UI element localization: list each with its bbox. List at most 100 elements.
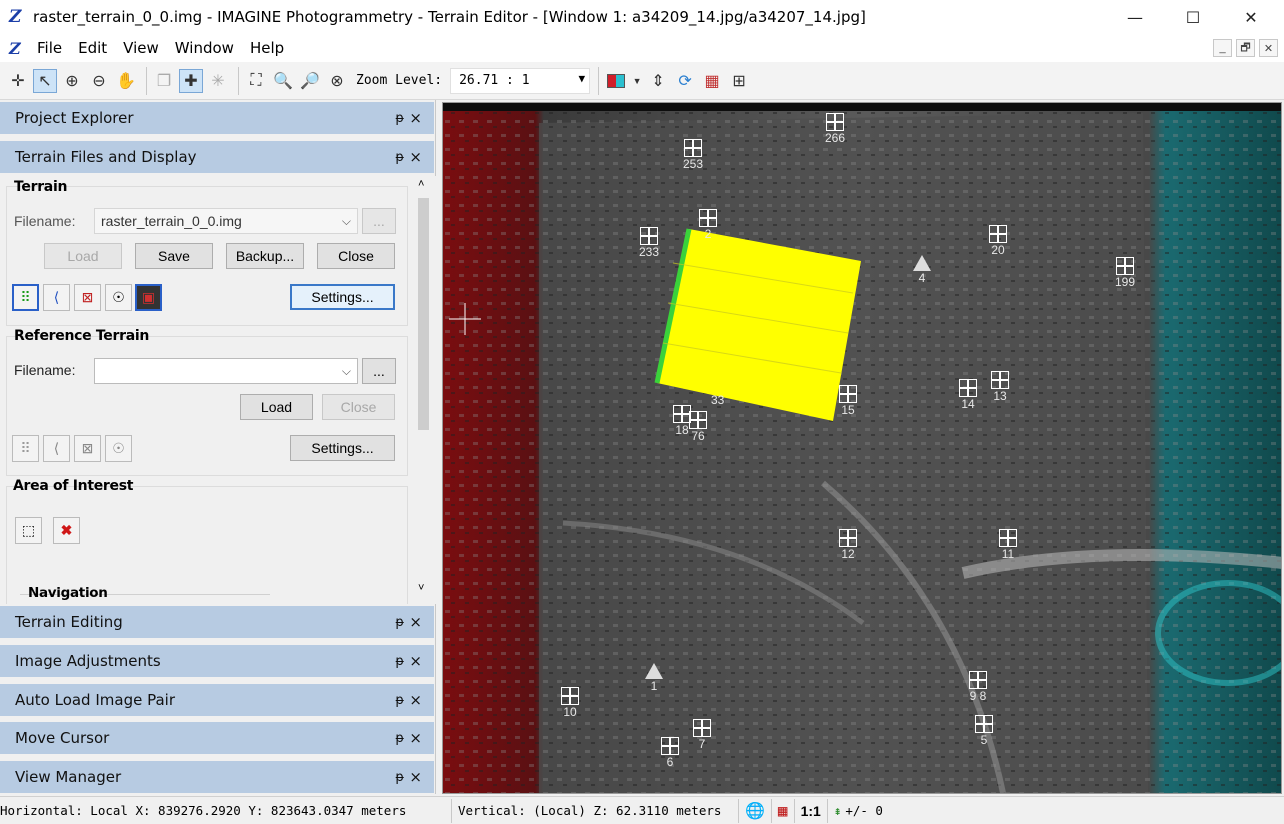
zoom-out-2x-icon[interactable]: 🔎 — [298, 69, 322, 93]
close-icon[interactable]: × — [409, 148, 422, 166]
select-pointer-icon[interactable]: ↖ — [33, 68, 57, 93]
scroll-down-icon[interactable]: ˅ — [418, 582, 424, 594]
reference-settings-button[interactable]: Settings... — [290, 435, 395, 461]
project-explorer-header[interactable]: Project Explorer ᵽ × — [0, 102, 434, 134]
grid-red-icon[interactable]: ▦ — [772, 798, 795, 823]
pin-icon[interactable]: ᵽ — [395, 615, 404, 630]
pin-icon[interactable]: ᵽ — [395, 654, 404, 669]
anaglyph-color-icon[interactable] — [604, 69, 628, 93]
pin-icon[interactable]: ᵽ — [395, 731, 404, 746]
grid-red-icon[interactable]: ▦ — [700, 69, 724, 93]
fit-to-window-icon[interactable]: ⛶ — [244, 69, 268, 93]
raster-display-icon[interactable]: ▣ — [135, 284, 162, 311]
aoi-clear-icon[interactable]: ✖ — [53, 517, 80, 544]
zoom-level-combo[interactable]: 26.71 : 1 ▼ — [450, 67, 591, 94]
maximize-button[interactable]: ☐ — [1164, 0, 1222, 34]
close-icon[interactable]: × — [409, 768, 422, 786]
close-icon[interactable]: × — [409, 691, 422, 709]
close-icon[interactable]: × — [409, 652, 422, 670]
image-adjustments-header[interactable]: Image Adjustments ᵽ × — [0, 645, 434, 677]
pin-icon[interactable]: ᵽ — [395, 770, 404, 785]
scroll-thumb[interactable] — [418, 198, 429, 430]
refresh-icon[interactable]: ⟳ — [673, 69, 697, 93]
terrain-load-button[interactable]: Load — [44, 243, 122, 269]
mdi-restore-button[interactable]: 🗗 — [1236, 39, 1255, 57]
gcp-marker[interactable]: 6 — [661, 737, 679, 769]
points-display-icon[interactable]: ⠿ — [12, 284, 39, 311]
gcp-marker[interactable]: 13 — [991, 371, 1009, 403]
reference-browse-button[interactable]: ... — [362, 358, 396, 384]
close-icon[interactable]: × — [409, 613, 422, 631]
chevron-down-icon[interactable]: ▼ — [631, 69, 643, 93]
breakline-icon[interactable]: ⟨ — [43, 435, 70, 462]
terrain-close-button[interactable]: Close — [317, 243, 395, 269]
gcp-marker[interactable]: 9 8 — [969, 671, 987, 703]
terrain-editing-header[interactable]: Terrain Editing ᵽ × — [0, 606, 434, 638]
zoom-in-2x-icon[interactable]: 🔍 — [271, 69, 295, 93]
minimize-button[interactable]: — — [1106, 0, 1164, 34]
gcp-marker[interactable]: 2 — [699, 209, 717, 241]
terrain-filename-combo[interactable]: raster_terrain_0_0.img ⌵ — [94, 208, 358, 234]
auto-load-header[interactable]: Auto Load Image Pair ᵽ × — [0, 684, 434, 716]
zoom-reset-icon[interactable]: ⊗ — [325, 69, 349, 93]
reference-filename-combo[interactable]: ⌵ — [94, 358, 358, 384]
tin-icon[interactable]: ⊠ — [74, 435, 101, 462]
terrain-backup-button[interactable]: Backup... — [226, 243, 304, 269]
terrain-browse-button[interactable]: ... — [362, 208, 396, 234]
pin-icon[interactable]: ᵽ — [395, 150, 404, 165]
pin-icon[interactable]: ᵽ — [395, 111, 404, 126]
gcp-marker[interactable]: 199 — [1115, 257, 1135, 289]
terrain-save-button[interactable]: Save — [135, 243, 213, 269]
menu-window[interactable]: Window — [167, 39, 242, 57]
terrain-files-header[interactable]: Terrain Files and Display ᵽ × — [0, 141, 434, 173]
scroll-up-icon[interactable]: ˄ — [418, 178, 424, 190]
mdi-minimize-button[interactable]: _ — [1213, 39, 1232, 57]
gcp-marker[interactable]: 253 — [683, 139, 703, 171]
contour-icon[interactable]: ☉ — [105, 284, 132, 311]
document-icon[interactable]: Z — [9, 39, 25, 58]
breakline-icon[interactable]: ⟨ — [43, 284, 70, 311]
point-cursor-icon[interactable]: ✚ — [179, 68, 203, 93]
cursor-height-icon[interactable]: ⇕ — [646, 69, 670, 93]
crosshair-icon[interactable]: ✛ — [6, 69, 30, 93]
terrain-settings-button[interactable]: Settings... — [290, 284, 395, 310]
gcp-marker[interactable]: 4 — [913, 255, 931, 285]
menu-edit[interactable]: Edit — [70, 39, 115, 57]
layout-icon[interactable]: ⊞ — [727, 69, 751, 93]
gcp-marker[interactable]: 14 — [959, 379, 977, 411]
gcp-marker[interactable]: 266 — [825, 113, 845, 145]
mdi-close-button[interactable]: ✕ — [1259, 39, 1278, 57]
gcp-marker[interactable]: 7 — [693, 719, 711, 751]
tolerance-indicator[interactable]: ⇞ +/- 0 — [828, 799, 889, 823]
stereo-image-viewport[interactable]: 266 253 233 2 20 4 199 15 14 13 33 18 76… — [442, 102, 1282, 794]
aoi-select-icon[interactable]: ⬚ — [15, 517, 42, 544]
gcp-marker[interactable]: 1 — [645, 663, 663, 693]
gcp-marker[interactable]: 10 — [561, 687, 579, 719]
gcp-marker[interactable]: 5 — [975, 715, 993, 747]
copy-icon[interactable]: ❐ — [152, 69, 176, 93]
gcp-marker[interactable]: 233 — [639, 227, 659, 259]
close-window-button[interactable]: ✕ — [1222, 0, 1280, 34]
menu-file[interactable]: File — [29, 39, 70, 57]
gcp-marker[interactable]: 76 — [689, 411, 707, 443]
reference-load-button[interactable]: Load — [240, 394, 313, 420]
contour-icon[interactable]: ☉ — [105, 435, 132, 462]
menu-view[interactable]: View — [115, 39, 167, 57]
burst-icon[interactable]: ✳ — [206, 69, 230, 93]
gcp-marker[interactable]: 20 — [989, 225, 1007, 257]
points-display-icon[interactable]: ⠿ — [12, 435, 39, 462]
pin-icon[interactable]: ᵽ — [395, 693, 404, 708]
panel-scrollbar[interactable]: ˄ ˅ — [415, 176, 432, 604]
gcp-marker[interactable]: 11 — [999, 529, 1017, 561]
move-cursor-header[interactable]: Move Cursor ᵽ × — [0, 722, 434, 754]
tin-icon[interactable]: ⊠ — [74, 284, 101, 311]
close-icon[interactable]: × — [409, 109, 422, 127]
close-icon[interactable]: × — [409, 729, 422, 747]
gcp-marker[interactable]: 12 — [839, 529, 857, 561]
zoom-out-icon[interactable]: ⊖ — [87, 69, 111, 93]
scale-indicator[interactable]: 1:1 — [795, 798, 828, 823]
reference-close-button[interactable]: Close — [322, 394, 395, 420]
gcp-marker[interactable]: 15 — [839, 385, 857, 417]
view-manager-header[interactable]: View Manager ᵽ × — [0, 761, 434, 793]
globe-icon[interactable]: 🌐 — [739, 798, 772, 823]
